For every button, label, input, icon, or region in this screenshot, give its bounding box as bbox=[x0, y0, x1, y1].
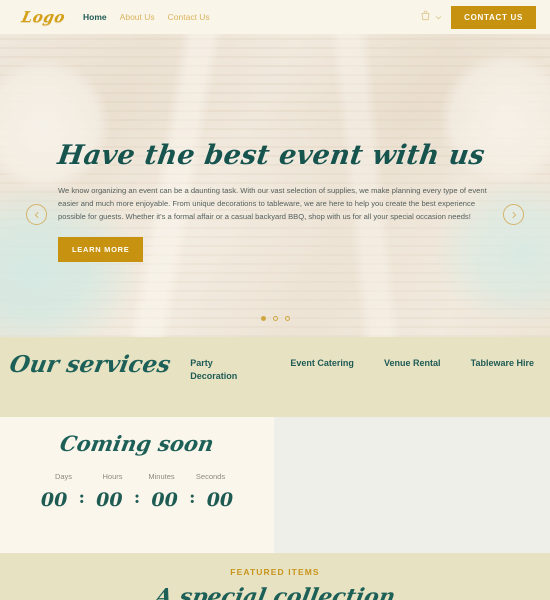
header-actions: CONTACT US bbox=[420, 5, 536, 29]
carousel-dots bbox=[0, 316, 550, 321]
countdown-label-days: Days bbox=[54, 472, 73, 481]
featured-items-title: A special collection bbox=[152, 584, 398, 600]
glass-ornaments-photo bbox=[274, 417, 550, 553]
service-item-venue-rental[interactable]: Venue Rental bbox=[384, 357, 441, 383]
service-item-party-decoration[interactable]: Party Decoration bbox=[190, 357, 260, 383]
nav-link-home[interactable]: Home bbox=[83, 12, 107, 22]
countdown-value-days: 00 bbox=[40, 489, 68, 511]
hero-paragraph: We know organizing an event can be a dau… bbox=[58, 186, 487, 222]
countdown-value-hours: 00 bbox=[96, 489, 123, 511]
contact-us-button[interactable]: CONTACT US bbox=[451, 5, 536, 29]
learn-more-button[interactable]: LEARN MORE bbox=[58, 237, 144, 263]
carousel-dot-3[interactable] bbox=[284, 316, 290, 321]
site-header: Logo Home About Us Contact Us CONTACT US bbox=[0, 0, 550, 34]
countdown-value-seconds: 00 bbox=[206, 489, 234, 511]
shopping-bag-icon bbox=[420, 8, 431, 26]
carousel-dot-2[interactable] bbox=[272, 316, 278, 321]
carousel-prev-button[interactable] bbox=[26, 204, 47, 225]
nav-link-about-us[interactable]: About Us bbox=[120, 12, 155, 22]
featured-items-eyebrow: FEATURED ITEMS bbox=[230, 567, 320, 577]
services-section: Our services Party Decoration Event Cate… bbox=[0, 337, 550, 417]
featured-items-section: FEATURED ITEMS A special collection bbox=[0, 553, 550, 600]
service-item-event-catering[interactable]: Event Catering bbox=[290, 357, 354, 383]
hero-carousel: Have the best event with us We know orga… bbox=[0, 34, 550, 337]
countdown-value-minutes: 00 bbox=[151, 489, 178, 511]
main-navigation: Home About Us Contact Us bbox=[83, 12, 210, 22]
service-item-tableware-hire[interactable]: Tableware Hire bbox=[471, 357, 534, 383]
site-logo[interactable]: Logo bbox=[20, 8, 67, 26]
countdown-panel: Coming soon Days Hours Minutes Seconds 0… bbox=[0, 417, 274, 553]
countdown-values: 00 : 00 : 00 : 00 bbox=[0, 488, 274, 511]
hero-title: Have the best event with us bbox=[55, 140, 487, 171]
nav-link-contact-us[interactable]: Contact Us bbox=[168, 12, 210, 22]
countdown-label-hours: Hours bbox=[102, 472, 123, 481]
chevron-left-icon bbox=[33, 206, 41, 224]
carousel-next-button[interactable] bbox=[503, 204, 524, 225]
chevron-down-icon bbox=[435, 8, 442, 26]
countdown-labels: Days Hours Minutes Seconds bbox=[0, 472, 274, 481]
page-root: Logo Home About Us Contact Us CONTACT US… bbox=[0, 0, 550, 600]
cart-dropdown[interactable] bbox=[420, 8, 442, 26]
chevron-right-icon bbox=[510, 206, 518, 224]
services-list: Party Decoration Event Catering Venue Re… bbox=[182, 353, 538, 383]
carousel-dot-1[interactable] bbox=[260, 316, 266, 321]
countdown-label-minutes: Minutes bbox=[148, 472, 175, 481]
coming-soon-section: Coming soon Days Hours Minutes Seconds 0… bbox=[0, 417, 550, 553]
services-title: Our services bbox=[7, 351, 173, 378]
coming-soon-image bbox=[274, 417, 550, 553]
coming-soon-title: Coming soon bbox=[58, 431, 216, 456]
countdown-label-seconds: Seconds bbox=[195, 472, 226, 481]
hero-content: Have the best event with us We know orga… bbox=[55, 140, 498, 263]
